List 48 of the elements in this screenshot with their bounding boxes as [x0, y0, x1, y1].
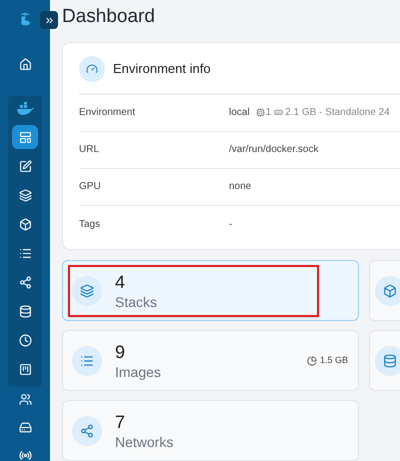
row-label: Environment [79, 106, 136, 120]
list-icon [72, 346, 102, 376]
edit-icon [18, 160, 32, 172]
share-icon [72, 416, 102, 446]
row-label: Tags [79, 218, 102, 232]
stat-card[interactable]: 4 Stacks [62, 260, 359, 321]
layers-icon [18, 188, 32, 202]
page-title: Dashboard [62, 5, 155, 29]
cube-icon [18, 218, 32, 230]
database-icon [375, 346, 400, 376]
stat-card[interactable]: 9 Images 1.5 GB [62, 330, 359, 391]
share-icon [18, 276, 32, 288]
users-icon [18, 392, 32, 406]
cpu-icon [256, 108, 265, 117]
sidebar-item[interactable] [12, 125, 38, 149]
chevrons-icon [44, 14, 54, 26]
stat-count: 4 [115, 270, 126, 292]
stat-label: Images [115, 362, 161, 380]
stat-label: Networks [115, 432, 174, 450]
memory-icon [274, 108, 284, 117]
cube-icon [375, 276, 400, 306]
board-icon [18, 362, 32, 376]
memory-text: 2.1 GB - Standalone 24 [285, 106, 390, 120]
row-value: local [229, 106, 250, 120]
drive-icon [18, 420, 32, 434]
expand-button[interactable] [40, 11, 58, 29]
row-value: none [229, 180, 252, 194]
gauge-icon [79, 56, 105, 82]
database-icon [18, 304, 32, 318]
row-label: URL [79, 143, 100, 157]
row-label: GPU [79, 180, 102, 194]
size-text: 1.5 GB [320, 354, 348, 367]
whale-icon [16, 102, 34, 116]
row-value: /var/run/docker.sock [229, 143, 318, 157]
pie-icon [306, 356, 317, 366]
row-value: - [229, 218, 232, 232]
layers-icon [72, 276, 102, 306]
list-icon [18, 246, 32, 260]
stat-count: 7 [115, 410, 126, 432]
clock-icon [18, 334, 32, 346]
home-icon [18, 58, 32, 70]
stat-count: 9 [115, 340, 126, 362]
stat-card[interactable]: 7 Networks [62, 400, 359, 461]
cpu-count: 1 [266, 106, 272, 120]
stat-label: Stacks [115, 292, 158, 310]
layout-icon [18, 130, 32, 144]
card-title: Environment info [113, 60, 211, 78]
broadcast-icon [18, 448, 32, 461]
